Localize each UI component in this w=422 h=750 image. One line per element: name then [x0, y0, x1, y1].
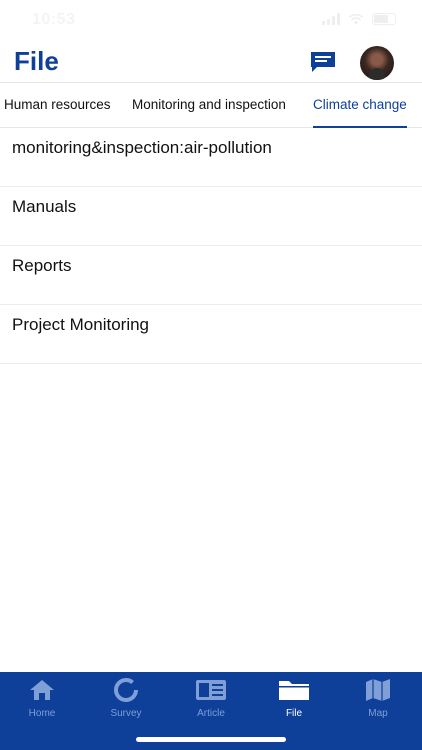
list-item[interactable]: monitoring&inspection:air-pollution — [0, 128, 422, 187]
tab-climate-change[interactable]: Climate change — [313, 83, 407, 128]
tabbar-file[interactable]: File — [264, 676, 324, 719]
tabbar-label: File — [285, 708, 303, 719]
status-icons — [322, 13, 396, 25]
home-indicator — [136, 737, 286, 742]
header: File — [0, 40, 422, 82]
map-icon — [366, 679, 390, 701]
list-item[interactable]: Manuals — [0, 187, 422, 246]
file-list: monitoring&inspection:air-pollution Manu… — [0, 128, 422, 364]
tabbar-survey[interactable]: Survey — [96, 676, 156, 719]
tab-monitoring-and-inspection[interactable]: Monitoring and inspection — [132, 83, 286, 128]
home-icon — [30, 680, 54, 700]
status-time: 10:53 — [32, 11, 76, 28]
survey-icon — [114, 678, 138, 702]
tabbar-label: Map — [368, 708, 388, 719]
list-item[interactable]: Project Monitoring — [0, 305, 422, 364]
tabbar-label: Home — [28, 708, 56, 719]
article-icon — [196, 680, 226, 700]
tabbar-article[interactable]: Article — [181, 676, 241, 719]
chat-icon[interactable] — [309, 50, 337, 74]
tabbar-map[interactable]: Map — [348, 676, 408, 719]
wifi-icon — [348, 13, 364, 25]
category-tabs: Human resources Monitoring and inspectio… — [0, 82, 422, 128]
tabbar-label: Article — [197, 708, 225, 719]
battery-icon — [372, 13, 396, 25]
list-item[interactable]: Reports — [0, 246, 422, 305]
page-title: File — [14, 46, 59, 76]
tab-human-resources[interactable]: Human resources — [4, 83, 111, 128]
tabbar-home[interactable]: Home — [12, 676, 72, 719]
avatar[interactable] — [360, 46, 394, 80]
status-bar: 10:53 — [0, 0, 422, 40]
folder-icon — [279, 681, 309, 700]
signal-icon — [322, 13, 340, 25]
tabbar-label: Survey — [110, 708, 142, 719]
